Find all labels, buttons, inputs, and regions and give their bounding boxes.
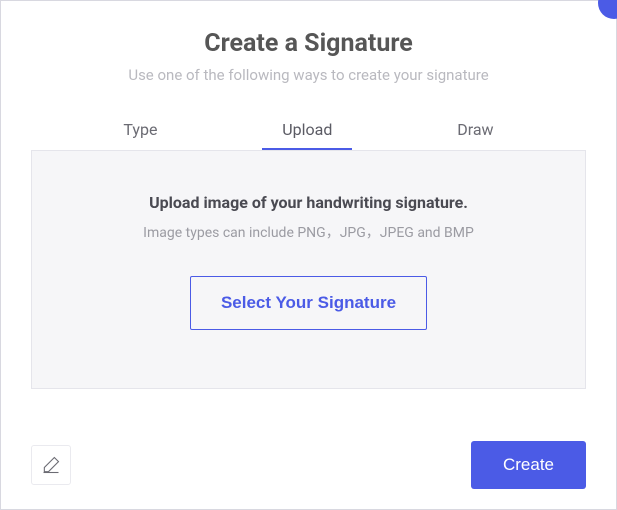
modal-footer: Create	[31, 441, 586, 489]
upload-subtext: Image types can include PNG，JPG，JPEG and…	[52, 222, 565, 242]
upload-heading: Upload image of your handwriting signatu…	[52, 193, 565, 212]
modal-subtitle: Use one of the following ways to create …	[1, 66, 616, 84]
eraser-icon	[41, 455, 61, 475]
signature-modal: Create a Signature Use one of the follow…	[0, 0, 617, 510]
eraser-button[interactable]	[31, 445, 71, 485]
upload-panel: Upload image of your handwriting signatu…	[31, 150, 586, 389]
close-button[interactable]	[598, 0, 617, 19]
select-signature-button[interactable]: Select Your Signature	[190, 276, 427, 330]
tab-upload[interactable]: Upload	[262, 112, 352, 149]
create-button[interactable]: Create	[471, 441, 586, 489]
tab-draw[interactable]: Draw	[437, 112, 513, 149]
tab-bar: Type Upload Draw	[1, 112, 616, 150]
tab-type[interactable]: Type	[103, 112, 177, 149]
modal-title: Create a Signature	[1, 29, 616, 58]
